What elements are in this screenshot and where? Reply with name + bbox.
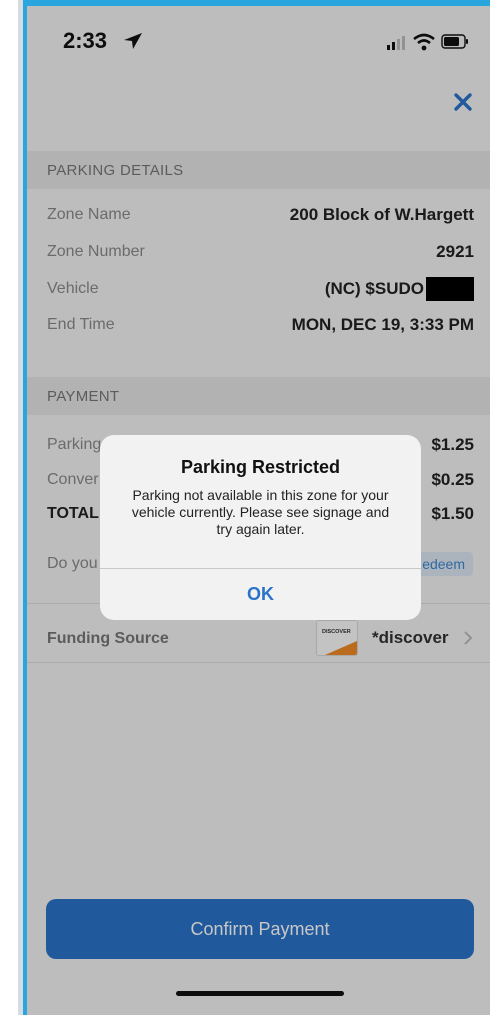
app-screen: 2:33 PARKING DETAILS Zone Name 200 Block… <box>27 6 490 1015</box>
alert-title: Parking Restricted <box>180 457 341 477</box>
phone-frame: 2:33 PARKING DETAILS Zone Name 200 Block… <box>0 0 490 1015</box>
screenshot-border-left <box>0 0 27 1015</box>
alert-ok-button[interactable]: OK <box>100 569 421 620</box>
parking-restricted-alert: Parking Restricted Parking not available… <box>100 435 421 620</box>
alert-message: Parking not available in this zone for y… <box>131 487 390 537</box>
